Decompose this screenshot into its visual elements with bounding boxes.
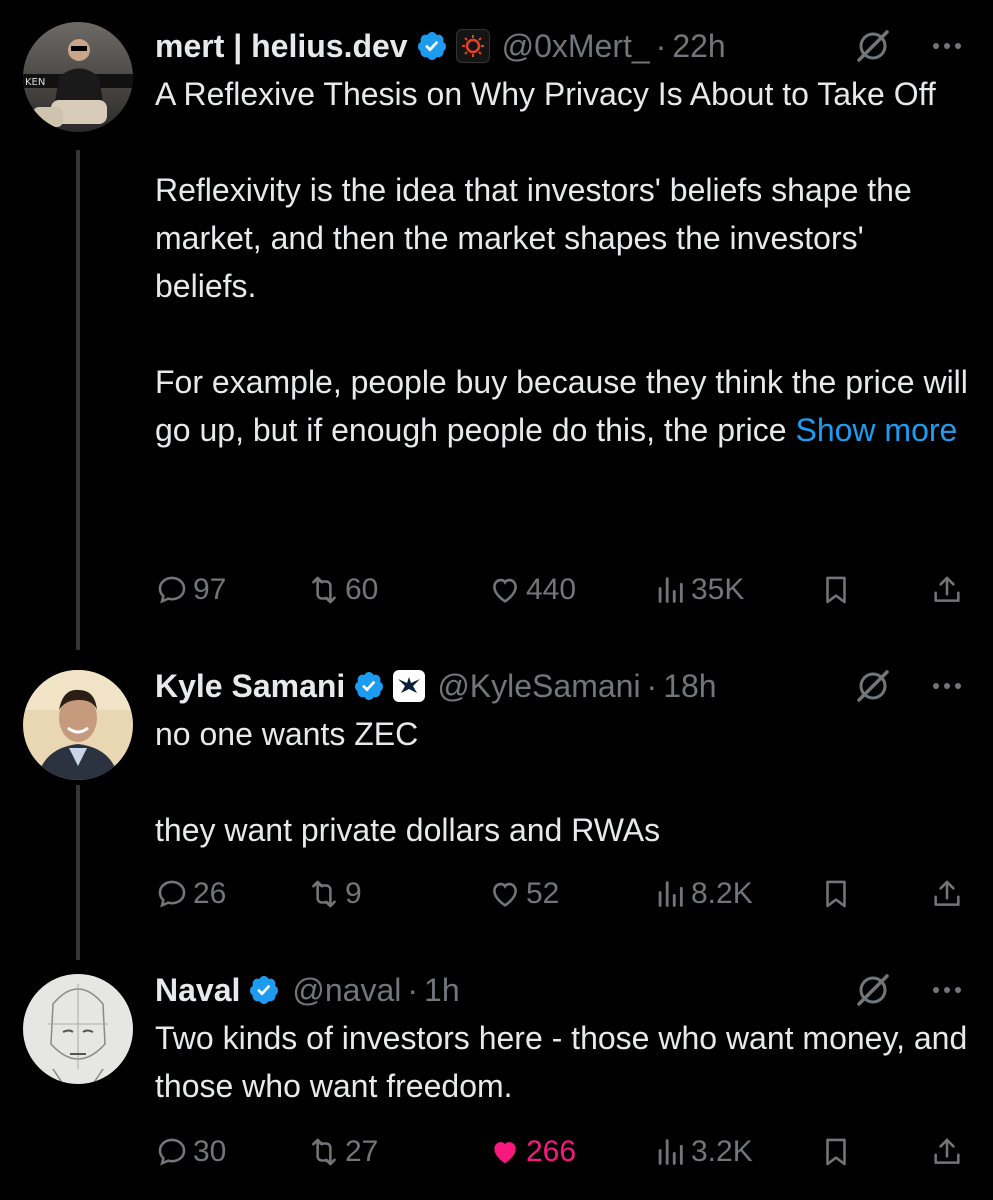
reply-icon [158,1138,186,1166]
repost-icon [312,1138,336,1166]
separator-dot: · [646,667,658,704]
repost-icon [312,880,336,908]
like-icon [493,578,517,603]
thread-line [76,785,80,960]
author-name[interactable]: mert | helius.dev [155,28,408,65]
bookmark-button[interactable] [819,566,857,614]
views-count: 35K [691,573,745,606]
like-button[interactable]: 440 [488,566,576,614]
views-button[interactable]: 8.2K [653,870,753,918]
affiliate-badge[interactable] [393,670,426,702]
bookmark-icon [826,576,846,604]
tweet-header: mert | helius.dev @0xMert_ · 22h [155,22,973,70]
reply-button[interactable]: 26 [155,870,226,918]
views-icon [658,577,683,603]
timestamp[interactable]: 18h [663,668,716,705]
bookmark-icon [826,880,846,908]
views-button[interactable]: 35K [653,566,744,614]
share-button[interactable] [930,1128,968,1176]
reply-count: 26 [193,877,227,910]
share-button[interactable] [930,566,968,614]
bookmark-button[interactable] [819,870,857,918]
tweet-text: no one wants ZEC they want private dolla… [155,716,661,848]
timestamp[interactable]: 22h [672,28,725,65]
reply-button[interactable]: 30 [155,1128,226,1176]
affiliate-badge[interactable] [455,29,490,63]
reply-icon [158,880,186,908]
avatar[interactable] [23,670,133,780]
like-button[interactable]: 266 [488,1128,576,1176]
author-name[interactable]: Kyle Samani [155,668,345,705]
verified-badge-icon [250,976,279,1004]
tweet-text-content: A Reflexive Thesis on Why Privacy Is Abo… [155,76,968,448]
like-icon [494,1142,516,1164]
share-icon [934,1138,960,1164]
repost-button[interactable]: 9 [307,870,362,918]
repost-button[interactable]: 60 [307,566,378,614]
separator-dot: · [655,27,667,64]
views-icon [658,1139,683,1165]
separator-dot: · [407,971,419,1008]
author-handle[interactable]: @naval [292,972,401,1009]
like-count: 266 [526,1135,577,1168]
more-icon[interactable] [929,668,965,704]
tweet-actions: 26 9 52 8.2K [155,870,973,918]
grok-icon[interactable] [853,970,893,1010]
eagle-logo-icon [398,677,421,693]
views-button[interactable]: 3.2K [653,1128,753,1176]
repost-button[interactable]: 27 [307,1128,378,1176]
avatar[interactable] [23,974,133,1084]
views-count: 3.2K [691,1135,753,1168]
verified-badge-icon [355,672,384,700]
like-icon [493,882,517,907]
verified-badge-icon [417,32,446,60]
share-icon [934,576,960,602]
repost-count: 27 [345,1135,379,1168]
grok-icon[interactable] [853,26,893,66]
like-count: 440 [526,573,577,606]
show-more-link[interactable]: Show more [795,412,957,448]
tweet-text: A Reflexive Thesis on Why Privacy Is Abo… [155,70,973,454]
tweet-header: Kyle Samani @KyleSamani · 18h [155,662,973,710]
like-count: 52 [526,877,560,910]
views-count: 8.2K [691,877,753,910]
author-handle[interactable]: @0xMert_ [502,28,650,65]
reply-count: 97 [193,573,227,606]
tweet-header: Naval @naval · 1h [155,966,973,1014]
conversation-thread: KEN mert | helius.dev @0xMert_ · 22h A R… [0,0,993,1200]
like-button[interactable]: 52 [488,870,559,918]
more-icon[interactable] [929,28,965,64]
views-icon [658,881,683,907]
reply-icon [158,576,186,604]
more-icon[interactable] [929,972,965,1008]
share-icon [934,880,960,906]
reply-button[interactable]: 97 [155,566,226,614]
helius-logo-icon [461,35,484,57]
tweet-actions: 30 27 266 3.2K [155,1128,973,1176]
thread-line [76,150,80,650]
author-name[interactable]: Naval [155,972,240,1009]
bookmark-icon [826,1138,846,1166]
repost-icon [312,576,336,604]
author-handle[interactable]: @KyleSamani [437,668,640,705]
share-button[interactable] [930,870,968,918]
avatar[interactable]: KEN [23,22,133,132]
repost-count: 60 [345,573,379,606]
tweet-actions: 97 60 440 35K [155,566,973,614]
bookmark-button[interactable] [819,1128,857,1176]
svg-text:KEN: KEN [25,77,45,88]
repost-count: 9 [345,877,362,910]
tweet-text: Two kinds of investors here - those who … [155,1020,977,1104]
timestamp[interactable]: 1h [424,972,460,1009]
reply-count: 30 [193,1135,227,1168]
grok-icon[interactable] [853,666,893,706]
